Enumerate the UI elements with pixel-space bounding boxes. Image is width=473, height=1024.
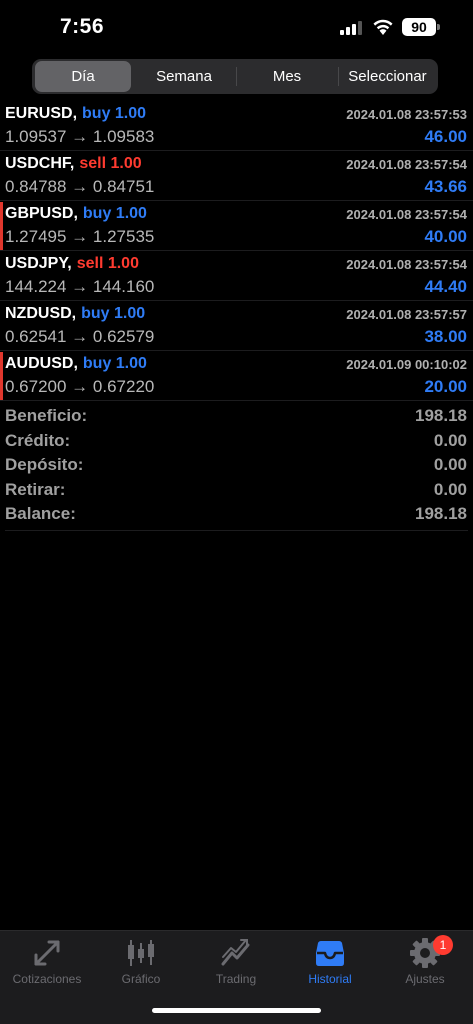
- deal-date: 2024.01.08 23:57:54: [346, 157, 467, 172]
- deal-date: 2024.01.08 23:57:53: [346, 107, 467, 122]
- summary-value: 198.18: [415, 504, 467, 523]
- period-segmented-control: Día Semana Mes Seleccionar: [32, 59, 438, 94]
- deal-prices: 1.27495 → 1.27535: [5, 227, 155, 246]
- deal-type: buy 1.00: [81, 305, 146, 322]
- deal-date: 2024.01.08 23:57:54: [346, 207, 467, 222]
- deal-row[interactable]: USDCHF, sell 1.00 2024.01.08 23:57:54 0.8…: [0, 151, 473, 201]
- wifi-icon: [373, 19, 393, 35]
- deal-profit: 43.66: [424, 177, 467, 196]
- deal-row[interactable]: USDJPY, sell 1.00 2024.01.08 23:57:54 144…: [0, 251, 473, 301]
- candlestick-chart-icon: [128, 940, 154, 966]
- deal-date: 2024.01.08 23:57:57: [346, 307, 467, 322]
- deal-date: 2024.01.09 00:10:02: [346, 357, 467, 372]
- tab-settings[interactable]: Ajustes: [378, 931, 472, 991]
- deal-type: buy 1.00: [82, 205, 147, 222]
- tab-chart[interactable]: Gráfico: [94, 931, 188, 991]
- deal-row[interactable]: EURUSD, buy 1.00 2024.01.08 23:57:53 1.09…: [0, 101, 473, 151]
- segment-select[interactable]: Seleccionar: [339, 61, 436, 92]
- summary-label: Depósito:: [5, 455, 84, 474]
- deal-prices: 144.224 → 144.160: [5, 277, 155, 296]
- battery-icon: 90: [402, 18, 436, 36]
- deal-marker: [0, 352, 3, 400]
- summary-row-credit: Crédito: 0.00: [0, 429, 473, 454]
- summary-row-balance: Balance: 198.18: [0, 502, 473, 527]
- segment-day[interactable]: Día: [35, 61, 131, 92]
- summary-value: 0.00: [433, 430, 467, 450]
- segment-week[interactable]: Semana: [134, 61, 234, 92]
- deals-list: EURUSD, buy 1.00 2024.01.08 23:57:53 1.09…: [0, 101, 473, 401]
- settings-badge: 1: [433, 935, 453, 955]
- summary-row-profit: Beneficio: 198.18: [0, 404, 473, 429]
- tab-label: Gráfico: [121, 972, 161, 986]
- summary-row-withdrawal: Retirar: 0.00: [0, 478, 473, 503]
- tab-label: Trading: [215, 972, 257, 986]
- deal-row[interactable]: NZDUSD, buy 1.00 2024.01.08 23:57:57 0.62…: [0, 301, 473, 351]
- summary-section: Beneficio: 198.18 Crédito: 0.00 Depósito…: [0, 404, 473, 527]
- deal-prices: 0.67200 → 0.67220: [5, 377, 155, 396]
- trading-icon: [221, 939, 250, 966]
- deal-row[interactable]: AUDUSD, buy 1.00 2024.01.09 00:10:02 0.67…: [0, 351, 473, 401]
- deal-profit: 44.40: [424, 277, 467, 296]
- cellular-signal-icon: [340, 21, 362, 35]
- deal-prices: 0.84788 → 0.84751: [5, 177, 155, 196]
- summary-value: 0.00: [433, 455, 467, 474]
- deal-symbol: AUDUSD,: [5, 355, 78, 372]
- battery-tip: [437, 24, 440, 30]
- deal-symbol: EURUSD,: [5, 105, 78, 122]
- deal-date: 2024.01.08 23:57:54: [346, 257, 467, 272]
- deal-row[interactable]: GBPUSD, buy 1.00 2024.01.08 23:57:54 1.27…: [0, 201, 473, 251]
- deal-profit: 40.00: [424, 227, 467, 246]
- summary-label: Retirar:: [5, 479, 66, 499]
- deal-type: sell 1.00: [76, 255, 139, 272]
- deal-type: buy 1.00: [82, 105, 147, 122]
- deal-profit: 20.00: [424, 377, 467, 396]
- deal-type: sell 1.00: [79, 155, 142, 172]
- deal-symbol: GBPUSD,: [5, 205, 78, 222]
- deal-profit: 38.00: [424, 327, 467, 346]
- summary-label: Beneficio:: [5, 406, 88, 425]
- tab-history[interactable]: Historial: [283, 931, 377, 991]
- summary-value: 198.18: [415, 406, 467, 425]
- tab-trading[interactable]: Trading: [189, 931, 283, 991]
- deal-prices: 1.09537 → 1.09583: [5, 127, 155, 146]
- summary-value: 0.00: [433, 479, 467, 499]
- deal-type: buy 1.00: [82, 355, 147, 372]
- status-time: 7:56: [60, 15, 105, 38]
- status-bar: 7:56 90: [0, 0, 473, 56]
- tab-label: Historial: [308, 972, 352, 986]
- summary-label: Balance:: [5, 504, 76, 523]
- deal-symbol: NZDUSD,: [5, 305, 77, 322]
- deal-marker: [0, 202, 3, 250]
- tab-quotes[interactable]: Cotizaciones: [0, 931, 94, 991]
- tab-label: Cotizaciones: [12, 972, 82, 986]
- deal-prices: 0.62541 → 0.62579: [5, 327, 155, 346]
- deal-profit: 46.00: [424, 127, 467, 146]
- tab-label: Ajustes: [405, 972, 445, 986]
- summary-row-deposit: Depósito: 0.00: [0, 453, 473, 478]
- deal-symbol: USDJPY,: [5, 255, 72, 272]
- quotes-icon: [34, 940, 60, 966]
- home-indicator[interactable]: [152, 1008, 321, 1013]
- summary-divider: [5, 530, 468, 531]
- deal-symbol: USDCHF,: [5, 155, 75, 172]
- summary-label: Crédito:: [5, 430, 71, 450]
- segment-month[interactable]: Mes: [237, 61, 337, 92]
- history-inbox-icon: [316, 941, 344, 966]
